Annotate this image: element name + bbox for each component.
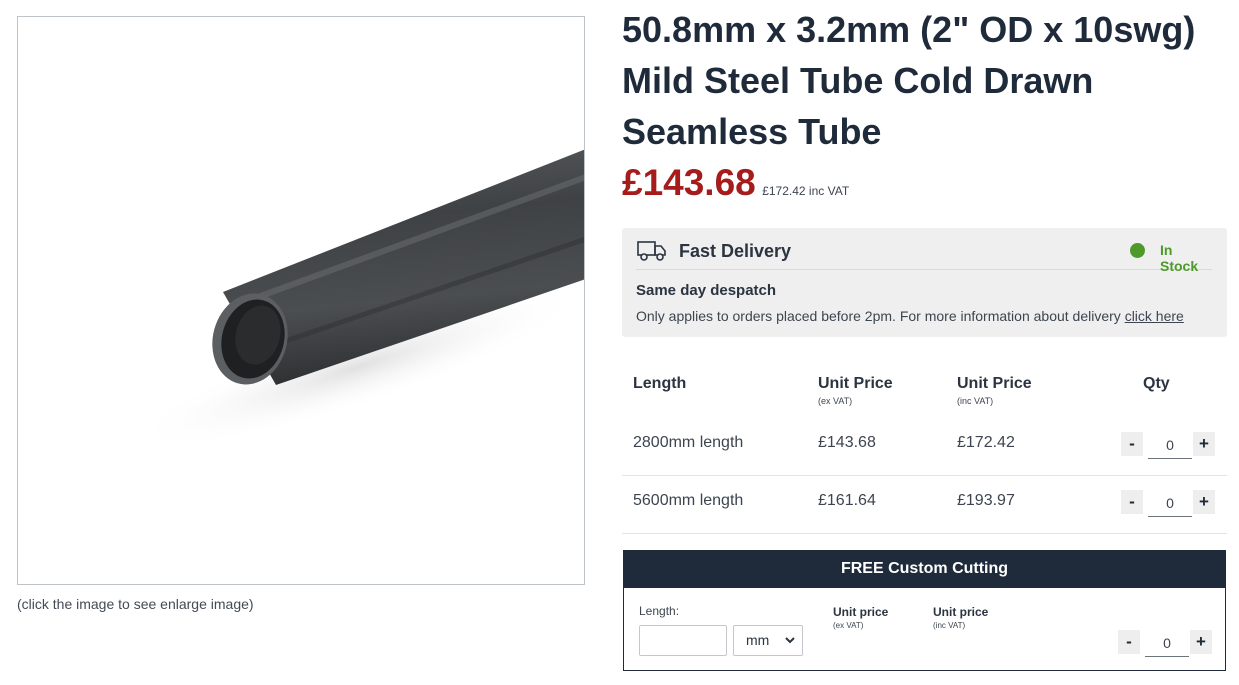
qty-input[interactable] [1148, 490, 1192, 517]
qty-increase-button[interactable]: + [1190, 630, 1212, 654]
header-unit-price-inc-label: Unit Price [957, 375, 1032, 392]
price-inc-vat: £172.42 inc VAT [762, 184, 850, 198]
row-length: 2800mm length [633, 434, 744, 451]
header-unit-price-inc-sub: (inc VAT) [957, 396, 994, 406]
table-row: 2800mm length £143.68 £172.42 - + [622, 418, 1227, 476]
custom-cutting-title: FREE Custom Cutting [624, 551, 1225, 588]
length-label: Length: [639, 604, 680, 618]
header-unit-price-ex: Unit Price (ex VAT) [818, 375, 893, 406]
quantity-stepper: - + [1121, 490, 1215, 518]
delivery-title: Fast Delivery [679, 241, 792, 261]
header-unit-price-ex-label: Unit Price [818, 375, 893, 392]
qty-input[interactable] [1148, 432, 1192, 459]
steel-tube-image [129, 149, 584, 451]
price-row: £143.68 £172.42 inc VAT [622, 162, 849, 210]
qty-decrease-button[interactable]: - [1118, 630, 1140, 654]
table-row: 5600mm length £161.64 £193.97 - + [622, 476, 1227, 534]
row-price-inc-vat: £172.42 [957, 434, 1015, 451]
delivery-header: Fast Delivery In Stock [636, 238, 1212, 274]
cut-unit-price-ex-sub: (ex VAT) [833, 621, 864, 630]
qty-decrease-button[interactable]: - [1121, 432, 1143, 456]
custom-cutting-panel: FREE Custom Cutting Length: mm Unit pric… [623, 550, 1226, 671]
delivery-panel: Fast Delivery In Stock Same day despatch… [622, 228, 1227, 337]
cut-unit-price-inc: Unit price (inc VAT) [933, 605, 988, 630]
header-unit-price-inc: Unit Price (inc VAT) [957, 375, 1032, 406]
truck-icon [637, 240, 667, 267]
cut-unit-price-inc-sub: (inc VAT) [933, 621, 966, 630]
cut-unit-price-ex: Unit price (ex VAT) [833, 605, 888, 630]
quantity-stepper: - + [1121, 432, 1215, 460]
status-dot-icon [1130, 243, 1145, 258]
delivery-subtitle: Same day despatch [636, 282, 777, 299]
custom-length-input[interactable] [639, 625, 727, 656]
qty-decrease-button[interactable]: - [1121, 490, 1143, 514]
image-caption: (click the image to see enlarge image) [17, 596, 254, 612]
product-image[interactable] [17, 16, 585, 585]
cut-unit-price-ex-label: Unit price [833, 605, 889, 619]
row-length: 5600mm length [633, 492, 744, 509]
qty-input[interactable] [1145, 630, 1189, 657]
delivery-note-text: Only applies to orders placed before 2pm… [636, 308, 1125, 324]
cut-unit-price-inc-label: Unit price [933, 605, 989, 619]
qty-increase-button[interactable]: + [1193, 432, 1215, 456]
header-length: Length [633, 375, 687, 392]
stock-status: In Stock [1160, 242, 1199, 274]
price-ex-vat: £143.68 [622, 162, 756, 203]
quantity-stepper: - + [1118, 630, 1212, 658]
qty-increase-button[interactable]: + [1193, 490, 1215, 514]
unit-select[interactable]: mm [733, 625, 803, 656]
chevron-down-icon [784, 626, 796, 667]
delivery-info-link[interactable]: click here [1125, 308, 1184, 324]
header-unit-price-ex-sub: (ex VAT) [818, 396, 853, 406]
header-qty: Qty [1143, 375, 1170, 392]
row-price-inc-vat: £193.97 [957, 492, 1015, 509]
row-price-ex-vat: £143.68 [818, 434, 876, 451]
product-title: 50.8mm x 3.2mm (2" OD x 10swg) Mild Stee… [622, 9, 1196, 152]
row-price-ex-vat: £161.64 [818, 492, 876, 509]
delivery-note: Only applies to orders placed before 2pm… [636, 308, 1184, 324]
unit-select-value: mm [746, 632, 770, 648]
